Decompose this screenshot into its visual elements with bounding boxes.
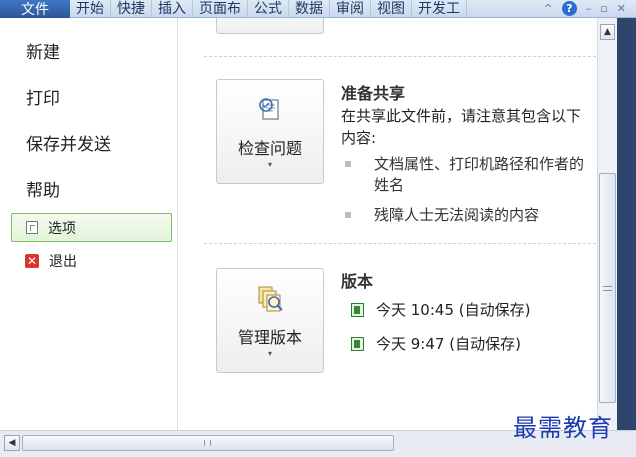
manage-versions-label: 管理版本 (237, 328, 302, 347)
bullet-icon (345, 212, 351, 218)
info-panel: 检查问题 ▾ 准备共享 在共享此文件前，请注意其包含以下内容: 文档属性、打印机… (178, 18, 597, 430)
manage-versions-icon (258, 286, 283, 312)
prepare-share-description: 在共享此文件前，请注意其包含以下内容: (341, 107, 582, 147)
tab-file[interactable]: 文件 (0, 0, 70, 18)
window-controls: ^ ? – ▫ ✕ (544, 0, 636, 17)
exit-icon: ✕ (25, 254, 39, 268)
manage-versions-button[interactable]: 管理版本 ▾ (216, 268, 324, 373)
excel-file-icon (351, 302, 364, 317)
nav-exit[interactable]: ✕ 退出 (11, 249, 77, 273)
bullet-icon (345, 161, 351, 167)
options-icon (26, 221, 38, 234)
tab-view[interactable]: 视图 (371, 0, 412, 17)
tab-home[interactable]: 开始 (70, 0, 111, 17)
check-issues-button[interactable]: 检查问题 ▾ (216, 79, 324, 184)
version-label: 今天 9:47 (自动保存) (376, 335, 521, 353)
nav-options-label: 选项 (48, 220, 76, 237)
nav-print[interactable]: 打印 (26, 84, 60, 109)
check-issues-label: 检查问题 (237, 139, 302, 158)
version-label: 今天 10:45 (自动保存) (376, 301, 531, 319)
backstage-nav: 新建 打印 保存并发送 帮助 选项 ✕ 退出 (0, 18, 178, 430)
tab-quick[interactable]: 快捷 (111, 0, 152, 17)
horizontal-scroll-thumb[interactable] (22, 435, 394, 451)
tab-insert[interactable]: 插入 (152, 0, 193, 17)
chevron-down-icon: ▾ (267, 160, 272, 169)
prepare-share-title: 准备共享 (341, 84, 406, 103)
scroll-up-icon[interactable]: ▲ (600, 24, 615, 40)
ribbon-collapse-icon[interactable]: ^ (544, 2, 553, 15)
scroll-left-icon[interactable]: ◀ (4, 435, 20, 451)
partial-button[interactable] (216, 18, 324, 34)
tab-developer[interactable]: 开发工 (412, 0, 467, 17)
list-item: 残障人士无法阅读的内容 (345, 205, 593, 226)
grip-icon (204, 440, 211, 446)
nav-options[interactable]: 选项 (11, 213, 172, 242)
help-icon[interactable]: ? (561, 1, 577, 16)
inspect-document-icon (259, 98, 279, 120)
bullet-text: 残障人士无法阅读的内容 (374, 206, 540, 224)
watermark: 最需教育 (513, 414, 613, 442)
list-item: 文档属性、打印机路径和作者的姓名 (345, 154, 593, 196)
tab-data[interactable]: 数据 (289, 0, 330, 17)
excel-file-icon (351, 336, 364, 351)
minimize-icon[interactable]: – (586, 2, 592, 15)
restore-icon[interactable]: ▫ (600, 2, 607, 15)
nav-help[interactable]: 帮助 (26, 176, 60, 201)
vertical-scroll-thumb[interactable] (599, 173, 616, 403)
close-icon[interactable]: ✕ (617, 2, 626, 15)
nav-new[interactable]: 新建 (26, 38, 60, 63)
ribbon-tab-strip: 文件 开始 快捷 插入 页面布 公式 数据 审阅 视图 开发工 ^ ? – ▫ … (0, 0, 636, 18)
version-item[interactable]: 今天 10:45 (自动保存) (351, 299, 530, 320)
versions-title: 版本 (341, 272, 374, 291)
section-divider (204, 243, 596, 244)
tab-formulas[interactable]: 公式 (248, 0, 289, 17)
tab-review[interactable]: 审阅 (330, 0, 371, 17)
vertical-scrollbar[interactable]: ▲ (597, 18, 617, 430)
version-item[interactable]: 今天 9:47 (自动保存) (351, 333, 521, 354)
bullet-text: 文档属性、打印机路径和作者的姓名 (374, 155, 585, 194)
chevron-down-icon: ▾ (267, 349, 272, 358)
grip-icon (603, 286, 612, 291)
nav-exit-label: 退出 (49, 254, 77, 270)
nav-save-send[interactable]: 保存并发送 (26, 130, 111, 155)
section-divider (204, 56, 596, 57)
tab-page-layout[interactable]: 页面布 (193, 0, 248, 17)
